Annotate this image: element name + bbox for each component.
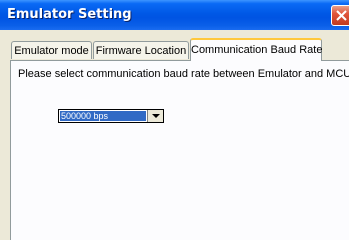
close-button[interactable] xyxy=(331,5,349,26)
baud-rate-select[interactable]: 500000 bps xyxy=(58,109,164,123)
tab-emulator-mode[interactable]: Emulator mode xyxy=(11,41,92,59)
tab-communication-baud-rate[interactable]: Communication Baud Rate xyxy=(190,38,322,61)
title-bar[interactable]: Emulator Setting xyxy=(0,0,349,30)
baud-rate-selected-value: 500000 bps xyxy=(60,111,146,121)
close-icon xyxy=(336,10,347,21)
chevron-down-icon xyxy=(152,114,160,118)
dropdown-arrow-button[interactable] xyxy=(147,110,163,122)
tab-strip: Emulator mode Firmware Location Communic… xyxy=(0,30,349,61)
emulator-setting-window: Emulator Setting Emulator mode Firmware … xyxy=(0,0,349,240)
window-title: Emulator Setting xyxy=(7,7,132,22)
instruction-text: Please select communication baud rate be… xyxy=(18,68,349,80)
tab-panel xyxy=(10,60,349,240)
tab-firmware-location[interactable]: Firmware Location xyxy=(93,41,189,59)
